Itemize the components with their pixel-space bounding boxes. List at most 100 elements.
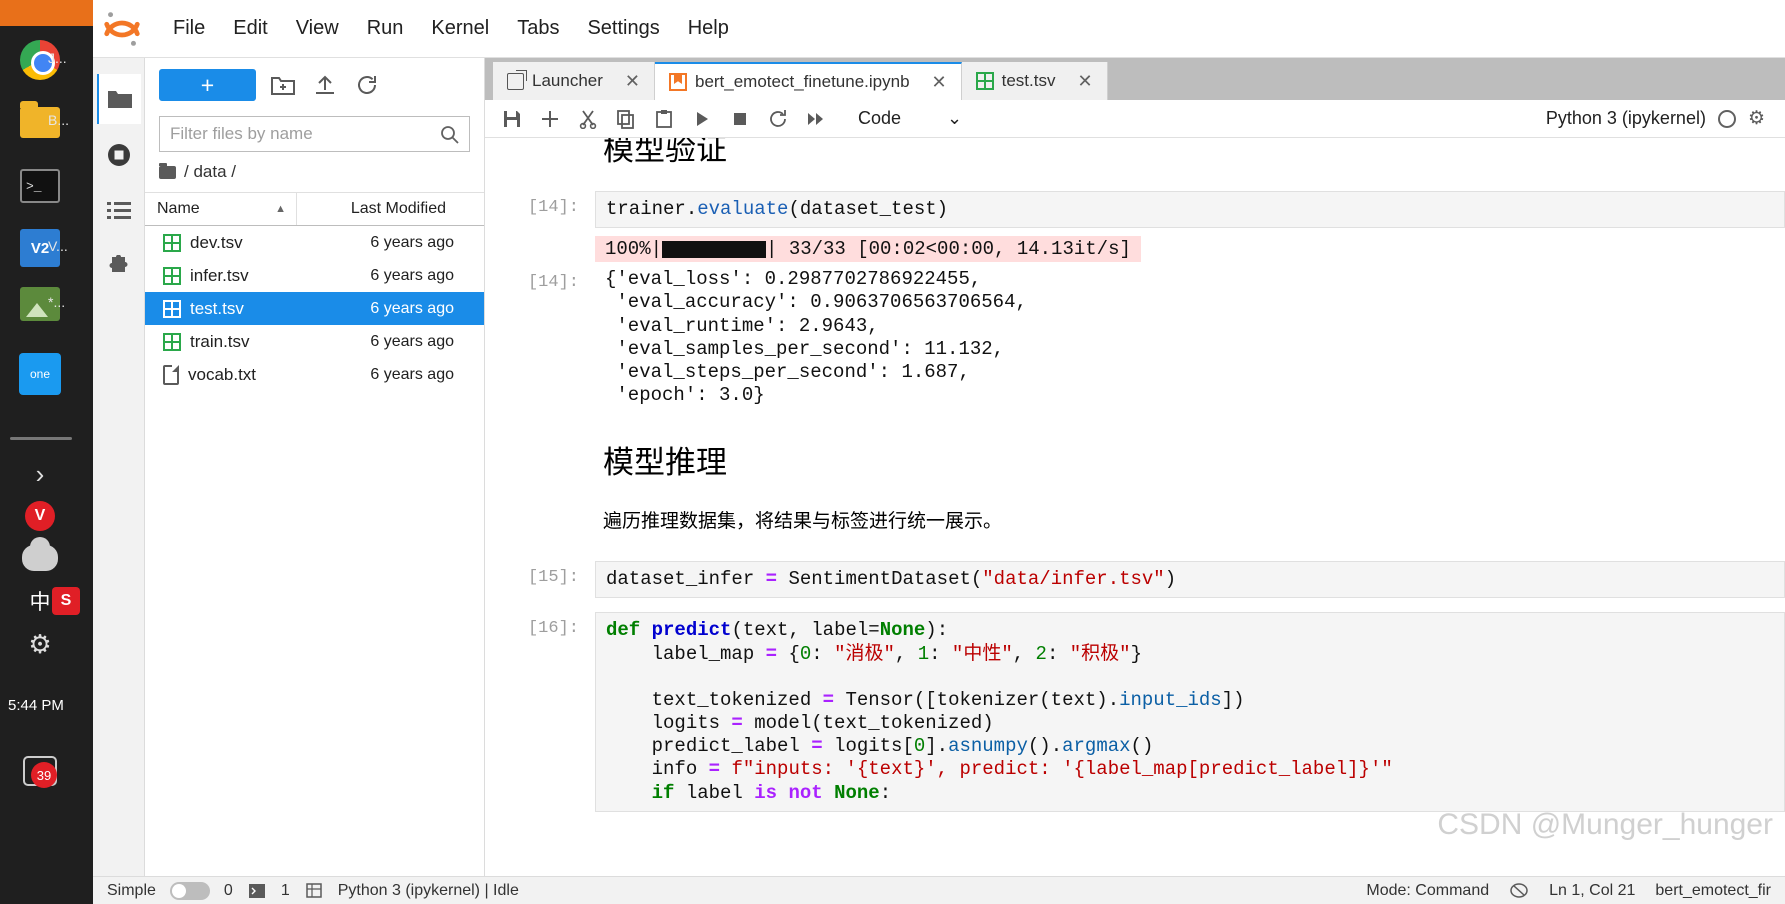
list-item-selected[interactable]: test.tsv 6 years ago [145, 292, 484, 325]
new-launcher-button[interactable]: + [159, 69, 256, 101]
code-fn: evaluate [697, 198, 789, 220]
progress-stats: | 33/33 [00:02<00:00, 14.13it/s] [766, 238, 1131, 261]
menu-edit[interactable]: Edit [219, 13, 281, 44]
close-icon[interactable]: ✕ [918, 72, 947, 93]
file-modified: 6 years ago [370, 233, 454, 251]
cell-input[interactable]: def predict(text, label=None): label_map… [595, 612, 1785, 812]
markdown-heading-validation: 模型验证 [603, 138, 727, 167]
taskbar-vscode-label: V... [48, 238, 68, 254]
tab-notebook[interactable]: bert_emotect_finetune.ipynb ✕ [654, 62, 962, 100]
tab-label: test.tsv [1001, 71, 1056, 90]
file-modified: 6 years ago [370, 365, 454, 383]
close-icon[interactable]: ✕ [611, 71, 640, 92]
menu-view[interactable]: View [282, 13, 353, 44]
jupyter-logo-icon [104, 11, 140, 46]
file-name: test.tsv [190, 298, 244, 318]
add-cell-icon[interactable] [533, 104, 567, 134]
cell-input[interactable]: dataset_infer = SentimentDataset("data/i… [595, 561, 1785, 599]
file-browser-panel: + Filter files by name / data / Name ▲ L… [145, 58, 485, 904]
close-icon[interactable]: ✕ [1063, 71, 1092, 92]
breadcrumb[interactable]: / data / [145, 152, 484, 192]
windows-taskbar: J... B... >_ V2 V... *... one › V 中 S ⚙ … [0, 0, 93, 904]
taskbar-top-accent [0, 0, 93, 26]
cell-out-prompt: [14]: [527, 273, 579, 293]
menu-tabs[interactable]: Tabs [503, 13, 573, 44]
taskbar-settings-gear-icon[interactable]: ⚙ [14, 618, 66, 670]
simple-mode-label: Simple [107, 881, 156, 899]
new-folder-icon[interactable] [268, 70, 298, 100]
upload-icon[interactable] [310, 70, 340, 100]
taskbar-picture-label: *... [48, 294, 66, 310]
cell-input[interactable]: trainer.evaluate(dataset_test) [595, 191, 1785, 229]
kernel-indicator[interactable]: Python 3 (ipykernel) ⚙ [1546, 107, 1775, 130]
column-header-last-modified[interactable]: Last Modified [297, 200, 484, 218]
file-modified: 6 years ago [370, 266, 454, 284]
kernel-settings-icon[interactable]: ⚙ [1748, 107, 1765, 130]
cut-icon[interactable] [571, 104, 605, 134]
file-filter-box[interactable] [159, 116, 470, 152]
menu-file[interactable]: File [159, 13, 219, 44]
folder-icon [107, 91, 132, 108]
screen: J... B... >_ V2 V... *... one › V 中 S ⚙ … [0, 0, 1785, 904]
save-icon[interactable] [495, 104, 529, 134]
code-cell-14[interactable]: [14]: trainer.evaluate(dataset_test) [485, 191, 1785, 229]
restart-icon[interactable] [761, 104, 795, 134]
simple-mode-toggle[interactable] [169, 881, 210, 900]
taskbar-terminal-icon[interactable]: >_ [14, 160, 66, 212]
sidebar-item-toc[interactable] [97, 186, 141, 236]
launcher-icon [507, 69, 527, 90]
menu-run[interactable]: Run [353, 13, 418, 44]
taskbar-messages-icon[interactable]: 39 [14, 745, 66, 797]
sort-ascending-icon: ▲ [275, 203, 286, 215]
eval-line-2: 'eval_runtime': 2.9643, [605, 314, 879, 337]
stop-icon[interactable] [723, 104, 757, 134]
list-item[interactable]: vocab.txt 6 years ago [145, 358, 484, 391]
clear-icon[interactable] [1509, 882, 1529, 900]
cell-prompt-blank [485, 236, 595, 243]
terminal-status-icon[interactable] [247, 882, 267, 900]
list-item[interactable]: infer.tsv 6 years ago [145, 259, 484, 292]
code-cell-16[interactable]: [16]: def predict(text, label=None): lab… [485, 612, 1785, 812]
kernel-sessions-icon[interactable] [304, 882, 324, 900]
eval-line-1: 'eval_accuracy': 0.9063706563706564, [605, 291, 1027, 314]
tab-testtsv[interactable]: test.tsv ✕ [961, 62, 1108, 100]
sidebar-item-running[interactable] [97, 130, 141, 180]
file-name: vocab.txt [188, 364, 257, 384]
list-icon [106, 202, 131, 219]
cell-type-dropdown[interactable]: Code ⌄ [851, 105, 969, 132]
file-name: train.tsv [190, 331, 250, 351]
list-item[interactable]: dev.tsv 6 years ago [145, 226, 484, 259]
refresh-icon[interactable] [352, 70, 382, 100]
eval-result-output: {'eval_loss': 0.2987702786922455, 'eval_… [595, 266, 1785, 409]
message-count-badge: 39 [31, 762, 57, 788]
list-item[interactable]: train.tsv 6 years ago [145, 325, 484, 358]
tab-label: bert_emotect_finetune.ipynb [694, 72, 910, 91]
menu-settings[interactable]: Settings [573, 13, 673, 44]
column-header-name[interactable]: Name ▲ [145, 193, 297, 225]
tab-label: Launcher [532, 71, 603, 90]
jupyterlab-window: File Edit View Run Kernel Tabs Settings … [93, 0, 1785, 904]
tab-launcher[interactable]: Launcher ✕ [493, 62, 655, 100]
cell-prompt: [14]: [527, 198, 579, 217]
cell-prompt: [16]: [527, 619, 579, 639]
menu-help[interactable]: Help [674, 13, 743, 44]
taskbar-folder-label: B... [48, 112, 70, 128]
sidebar-item-extensions[interactable] [97, 242, 141, 292]
code-cell-15[interactable]: [15]: dataset_infer = SentimentDataset("… [485, 561, 1785, 599]
kernel-name: Python 3 (ipykernel) [1545, 108, 1706, 128]
kernel-status-text[interactable]: Python 3 (ipykernel) | Idle [338, 882, 519, 900]
paste-icon[interactable] [647, 104, 681, 134]
tsv-icon [163, 299, 181, 318]
search-input[interactable] [170, 124, 440, 144]
text-file-icon [163, 364, 179, 385]
notebook-content[interactable]: 模型验证 [14]: trainer.evaluate(dataset_test… [485, 138, 1785, 876]
notebook-mode: Mode: Command [1366, 881, 1490, 899]
sidebar-item-file-browser[interactable] [96, 74, 141, 124]
file-name: infer.tsv [190, 265, 249, 285]
restart-run-all-icon[interactable] [799, 104, 833, 134]
run-icon[interactable] [685, 104, 719, 134]
taskbar-onenote-icon[interactable]: one [14, 348, 66, 400]
menu-kernel[interactable]: Kernel [417, 13, 503, 44]
breadcrumb-path: / data / [184, 162, 236, 181]
copy-icon[interactable] [609, 104, 643, 134]
